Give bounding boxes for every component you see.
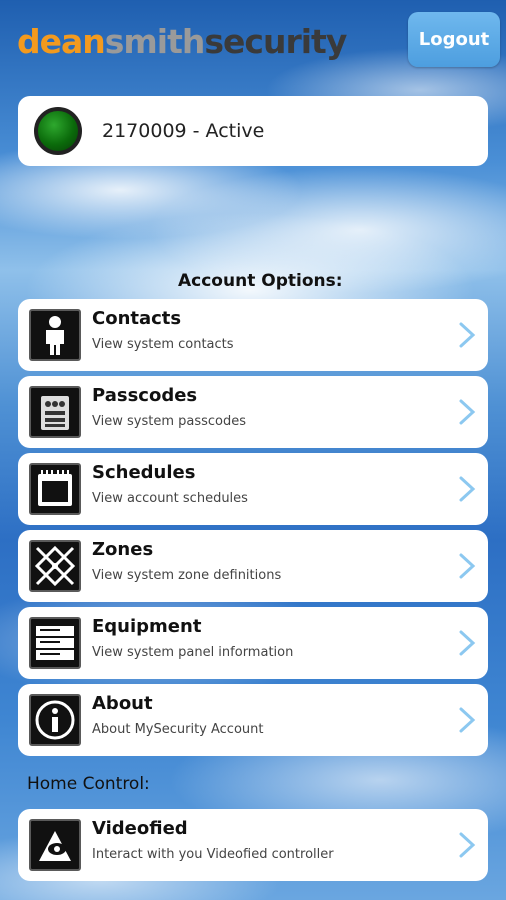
- option-subtitle: View system passcodes: [92, 414, 247, 429]
- option-title: Schedules: [92, 462, 196, 483]
- account-status-text: 2170009 - Active: [102, 120, 265, 142]
- option-passcodes[interactable]: Passcodes View system passcodes: [18, 376, 488, 448]
- chevron-right-icon: [459, 476, 476, 502]
- home-control-heading: Home Control:: [27, 774, 150, 794]
- calendar-icon: [29, 463, 81, 515]
- account-options-heading: Account Options:: [178, 271, 343, 291]
- brand-logo: deansmithsecurity: [17, 22, 347, 62]
- person-icon: [29, 309, 81, 361]
- option-subtitle: View system panel information: [92, 645, 294, 660]
- chevron-right-icon: [459, 399, 476, 425]
- zones-icon: [29, 540, 81, 592]
- option-title: Videofied: [92, 818, 188, 839]
- option-subtitle: Interact with you Videofied controller: [92, 847, 334, 862]
- option-schedules[interactable]: Schedules View account schedules: [18, 453, 488, 525]
- chevron-right-icon: [459, 832, 476, 858]
- option-subtitle: About MySecurity Account: [92, 722, 264, 737]
- option-subtitle: View system zone definitions: [92, 568, 282, 583]
- option-about[interactable]: About About MySecurity Account: [18, 684, 488, 756]
- account-status-card[interactable]: 2170009 - Active: [18, 96, 488, 166]
- keypad-icon: [29, 386, 81, 438]
- option-title: About: [92, 693, 153, 714]
- option-videofied[interactable]: Videofied Interact with you Videofied co…: [18, 809, 488, 881]
- chevron-right-icon: [459, 553, 476, 579]
- option-equipment[interactable]: Equipment View system panel information: [18, 607, 488, 679]
- brand-part-smith: smith: [104, 22, 206, 61]
- option-title: Zones: [92, 539, 154, 560]
- option-title: Equipment: [92, 616, 202, 637]
- chevron-right-icon: [459, 322, 476, 348]
- chevron-right-icon: [459, 630, 476, 656]
- equipment-icon: [29, 617, 81, 669]
- option-subtitle: View system contacts: [92, 337, 234, 352]
- option-subtitle: View account schedules: [92, 491, 248, 506]
- option-title: Passcodes: [92, 385, 198, 406]
- option-title: Contacts: [92, 308, 182, 329]
- option-contacts[interactable]: Contacts View system contacts: [18, 299, 488, 371]
- brand-part-security: security: [204, 22, 347, 61]
- logout-button[interactable]: Logout: [408, 12, 500, 67]
- chevron-right-icon: [459, 707, 476, 733]
- status-indicator-icon: [34, 107, 82, 155]
- brand-part-dean: dean: [17, 22, 106, 61]
- info-icon: [29, 694, 81, 746]
- videofied-icon: [29, 819, 81, 871]
- option-zones[interactable]: Zones View system zone definitions: [18, 530, 488, 602]
